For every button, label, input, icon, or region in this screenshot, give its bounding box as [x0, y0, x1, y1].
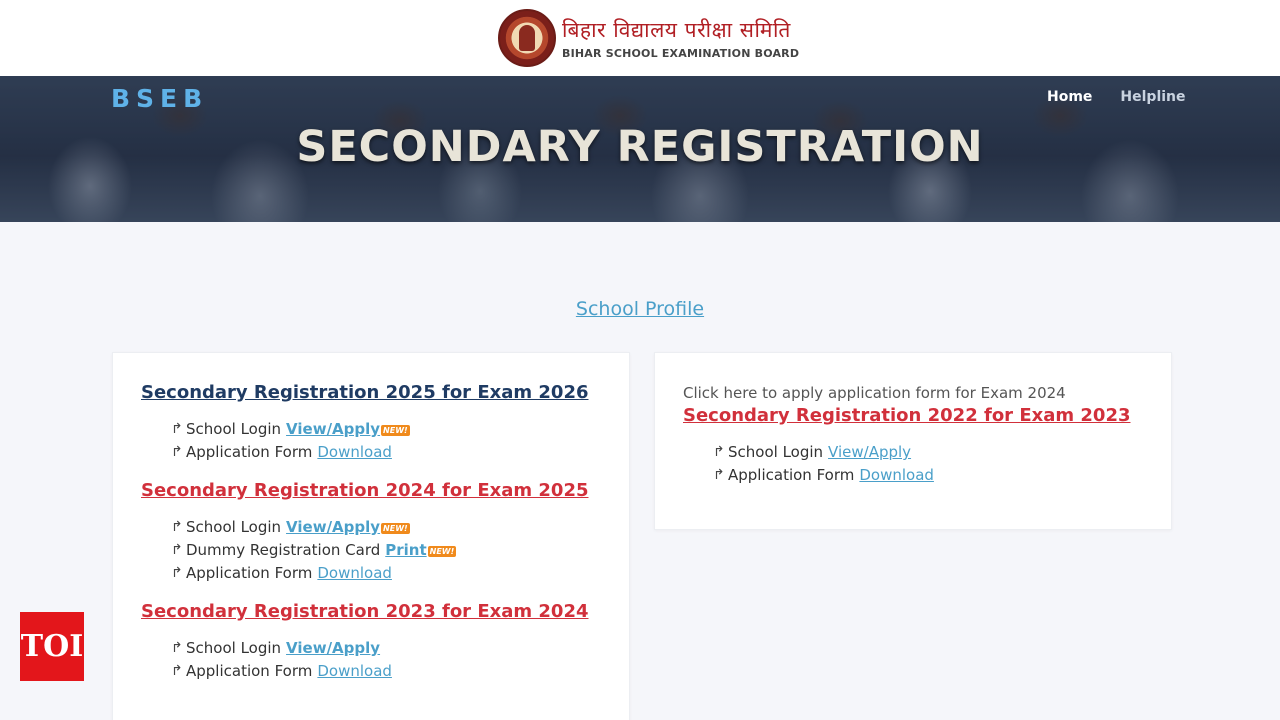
- toi-logo: TOI: [20, 612, 84, 681]
- item-label: Application Form: [186, 662, 313, 680]
- list-item: ↱ Application Form Download: [171, 662, 392, 680]
- download-link[interactable]: Download: [317, 564, 392, 582]
- nav-home-link[interactable]: Home: [1047, 89, 1092, 105]
- item-label: School Login: [728, 443, 824, 461]
- registration-card-right: Click here to apply application form for…: [654, 352, 1172, 530]
- item-label: School Login: [186, 518, 282, 536]
- list-item: ↱ School Login View/Apply: [171, 639, 380, 657]
- list-item: ↱ Application Form Download: [171, 443, 392, 461]
- list-item: ↱ School Login View/Apply NEW!: [171, 518, 410, 536]
- logo-english-text: BIHAR SCHOOL EXAMINATION BOARD: [562, 46, 800, 60]
- arrow-icon: ↱: [171, 542, 183, 558]
- download-link[interactable]: Download: [317, 443, 392, 461]
- new-badge-icon: NEW!: [381, 424, 410, 436]
- section-title-2022[interactable]: Secondary Registration 2022 for Exam 202…: [683, 405, 1131, 426]
- banner-title: SECONDARY REGISTRATION: [296, 122, 984, 172]
- item-label: School Login: [186, 639, 282, 657]
- list-item: ↱ Dummy Registration Card Print NEW!: [171, 541, 457, 559]
- item-label: Application Form: [186, 564, 313, 582]
- registration-card-left: Secondary Registration 2025 for Exam 202…: [112, 352, 630, 720]
- arrow-icon: ↱: [171, 444, 183, 460]
- view-apply-link[interactable]: View/Apply: [286, 518, 380, 536]
- arrow-icon: ↱: [713, 444, 725, 460]
- arrow-icon: ↱: [171, 565, 183, 581]
- main-nav: Home Helpline: [1047, 89, 1186, 105]
- list-item: ↱ Application Form Download: [713, 466, 934, 484]
- section-title-2023[interactable]: Secondary Registration 2023 for Exam 202…: [141, 601, 589, 622]
- new-badge-icon: NEW!: [427, 545, 457, 557]
- arrow-icon: ↱: [171, 663, 183, 679]
- bseb-seal-icon: [498, 9, 556, 67]
- item-label: Application Form: [728, 466, 855, 484]
- view-apply-link[interactable]: View/Apply: [828, 443, 911, 461]
- brand-logo[interactable]: BSEB: [111, 84, 208, 113]
- hero-banner: BSEB Home Helpline SECONDARY REGISTRATIO…: [0, 76, 1280, 222]
- arrow-icon: ↱: [713, 467, 725, 483]
- download-link[interactable]: Download: [317, 662, 392, 680]
- site-header: बिहार विद्यालय परीक्षा समिति BIHAR SCHOO…: [0, 0, 1280, 76]
- download-link[interactable]: Download: [859, 466, 934, 484]
- arrow-icon: ↱: [171, 640, 183, 656]
- view-apply-link[interactable]: View/Apply: [286, 420, 380, 438]
- new-badge-icon: NEW!: [381, 522, 410, 534]
- school-profile-wrap: School Profile: [0, 298, 1280, 320]
- section-title-2024[interactable]: Secondary Registration 2024 for Exam 202…: [141, 480, 589, 501]
- item-label: Dummy Registration Card: [186, 541, 381, 559]
- nav-helpline-link[interactable]: Helpline: [1120, 89, 1185, 105]
- print-link[interactable]: Print: [385, 541, 426, 559]
- list-item: ↱ School Login View/Apply NEW!: [171, 420, 410, 438]
- view-apply-link[interactable]: View/Apply: [286, 639, 380, 657]
- bseb-logo[interactable]: बिहार विद्यालय परीक्षा समिति BIHAR SCHOO…: [498, 8, 799, 68]
- arrow-icon: ↱: [171, 421, 183, 437]
- section-title-2025[interactable]: Secondary Registration 2025 for Exam 202…: [141, 382, 589, 403]
- apply-note-text: Click here to apply application form for…: [683, 384, 1066, 402]
- item-label: Application Form: [186, 443, 313, 461]
- arrow-icon: ↱: [171, 519, 183, 535]
- item-label: School Login: [186, 420, 282, 438]
- list-item: ↱ Application Form Download: [171, 564, 392, 582]
- logo-hindi-text: बिहार विद्यालय परीक्षा समिति: [562, 17, 791, 42]
- school-profile-link[interactable]: School Profile: [576, 298, 704, 320]
- list-item: ↱ School Login View/Apply: [713, 443, 911, 461]
